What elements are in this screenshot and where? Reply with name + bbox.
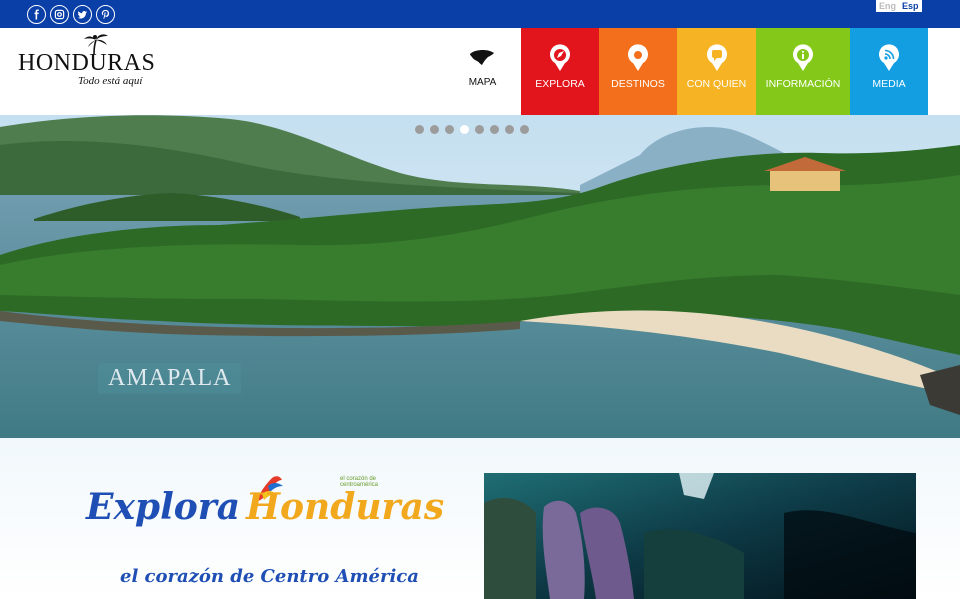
social-links xyxy=(27,5,115,24)
slider-dot[interactable] xyxy=(475,125,484,134)
nav-con-quien-label: CON QUIEN xyxy=(686,78,747,90)
rss-icon xyxy=(879,44,899,71)
site-header: HONDURAS Todo está aquí MAPA EXPLORA DES… xyxy=(0,28,960,115)
twitter-icon[interactable] xyxy=(73,5,92,24)
slider-dot[interactable] xyxy=(445,125,454,134)
nav-media-label: MEDIA xyxy=(872,78,906,90)
facebook-icon[interactable] xyxy=(27,5,46,24)
promo-tagline: el corazón de Centro América xyxy=(120,566,419,587)
lang-esp-link[interactable]: Esp xyxy=(899,0,922,12)
nav-media[interactable]: MEDIA xyxy=(850,28,928,115)
slider-dot[interactable] xyxy=(520,125,529,134)
explora-honduras-logo[interactable]: Explora Honduras el corazón de centroamé… xyxy=(86,476,444,556)
nav-con-quien[interactable]: CON QUIEN xyxy=(677,28,756,115)
slider-dot[interactable] xyxy=(490,125,499,134)
nav-informacion[interactable]: INFORMACIÓN xyxy=(756,28,850,115)
honduras-logo[interactable]: HONDURAS Todo está aquí xyxy=(18,32,155,104)
nav-mapa-label: MAPA xyxy=(468,77,497,88)
logo-wordmark: HONDURAS xyxy=(18,50,156,76)
nav-mapa[interactable]: MAPA xyxy=(460,28,505,115)
pinterest-icon[interactable] xyxy=(96,5,115,24)
language-switcher: Eng Esp xyxy=(876,0,922,12)
slider-dot[interactable] xyxy=(505,125,514,134)
logo-tagline: Todo está aquí xyxy=(78,75,143,87)
hero-slider[interactable]: AMAPALA xyxy=(0,115,960,438)
slider-dot-active[interactable] xyxy=(460,125,469,134)
slider-dot[interactable] xyxy=(415,125,424,134)
nav-explora-label: EXPLORA xyxy=(535,78,585,90)
nav-informacion-label: INFORMACIÓN xyxy=(765,78,841,90)
info-icon xyxy=(793,44,813,71)
map-pin-icon xyxy=(628,44,648,71)
top-bar: Eng Esp xyxy=(0,0,960,28)
compass-icon xyxy=(550,44,570,71)
nav-destinos[interactable]: DESTINOS xyxy=(599,28,677,115)
nav-destinos-label: DESTINOS xyxy=(611,78,665,90)
slider-pagination xyxy=(415,125,529,134)
instagram-icon[interactable] xyxy=(50,5,69,24)
hero-caption: AMAPALA xyxy=(98,363,242,394)
underwater-photo[interactable] xyxy=(484,473,916,599)
brand-honduras-word: Honduras xyxy=(246,486,445,528)
nav-explora[interactable]: EXPLORA xyxy=(521,28,599,115)
reef-image xyxy=(484,473,916,599)
chat-icon xyxy=(706,44,727,71)
slider-dot[interactable] xyxy=(430,125,439,134)
promo-section: Explora Honduras el corazón de centroamé… xyxy=(0,438,960,599)
lang-eng-link[interactable]: Eng xyxy=(876,0,899,12)
brand-small-tagline: el corazón de centroamérica xyxy=(340,476,379,488)
honduras-map-icon xyxy=(470,50,494,65)
brand-explora-word: Explora xyxy=(86,486,241,528)
